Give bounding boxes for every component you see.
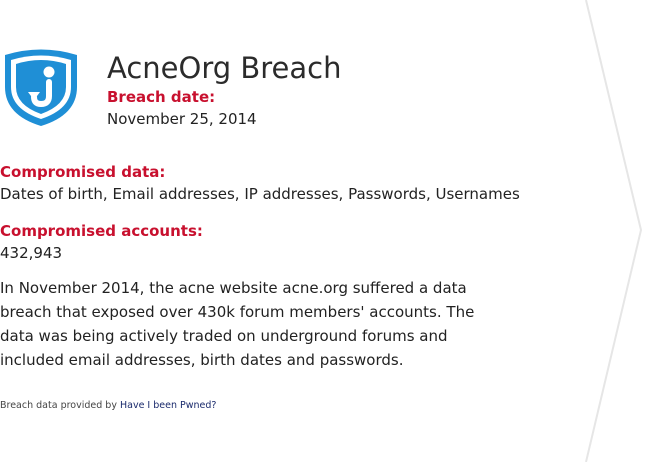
compromised-accounts-section: Compromised accounts: 432,943	[0, 221, 203, 265]
compromised-accounts-value: 432,943	[0, 244, 63, 262]
compromised-accounts-label: Compromised accounts:	[0, 222, 203, 240]
header-text: AcneOrg Breach Breach date: November 25,…	[107, 49, 341, 131]
breach-date-value: November 25, 2014	[107, 110, 257, 128]
page-title: AcneOrg Breach	[107, 51, 342, 85]
breach-date-label: Breach date:	[107, 88, 216, 106]
compromised-data-value: Dates of birth, Email addresses, IP addr…	[0, 185, 520, 203]
breach-header: AcneOrg Breach Breach date: November 25,…	[0, 47, 341, 131]
footer-attribution: Breach data provided by Have I been Pwne…	[0, 400, 216, 411]
breach-description: In November 2014, the acne website acne.…	[0, 279, 475, 369]
compromised-data-section: Compromised data: Dates of birth, Email …	[0, 162, 520, 206]
footer-prefix: Breach data provided by	[0, 400, 117, 411]
hibp-link[interactable]: Have I been Pwned?	[120, 400, 216, 411]
shield-info-icon	[5, 49, 77, 126]
compromised-data-label: Compromised data:	[0, 163, 166, 181]
